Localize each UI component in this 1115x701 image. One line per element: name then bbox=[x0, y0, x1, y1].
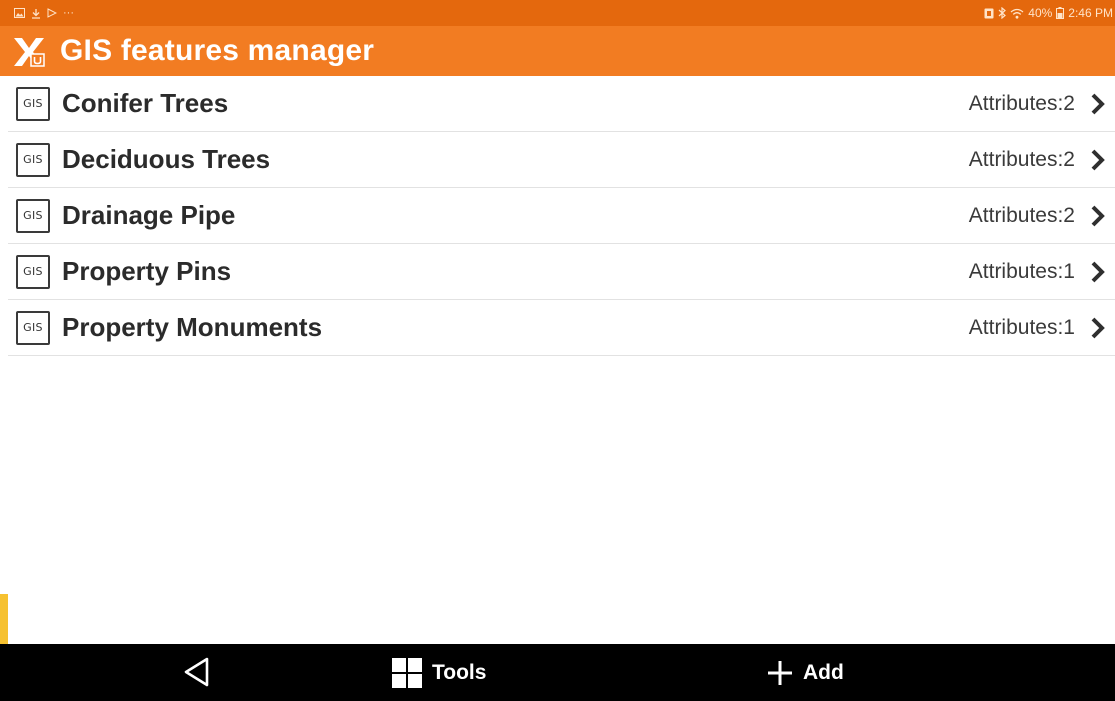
battery-icon bbox=[1056, 7, 1065, 19]
feature-row[interactable]: GIS Conifer Trees Attributes:2 bbox=[8, 76, 1115, 132]
add-label: Add bbox=[803, 660, 844, 684]
feature-name: Conifer Trees bbox=[62, 88, 229, 118]
chevron-right-icon[interactable] bbox=[1089, 204, 1107, 228]
chevron-right-icon[interactable] bbox=[1089, 260, 1107, 284]
bottom-bar: Tools Add bbox=[0, 644, 1115, 701]
status-notifications: ··· bbox=[0, 7, 74, 19]
tools-button[interactable]: Tools bbox=[392, 644, 486, 701]
feature-name: Deciduous Trees bbox=[62, 144, 271, 174]
chevron-right-icon[interactable] bbox=[1089, 316, 1107, 340]
download-icon bbox=[32, 8, 40, 19]
back-button[interactable] bbox=[182, 656, 212, 688]
gis-layer-icon: GIS bbox=[16, 198, 50, 233]
gis-layer-icon: GIS bbox=[16, 310, 50, 345]
feature-attribute-count: Attributes:1 bbox=[968, 259, 1075, 283]
feature-row[interactable]: GIS Drainage Pipe Attributes:2 bbox=[8, 188, 1115, 244]
app-header: GIS features manager bbox=[0, 26, 1115, 76]
app-logo-icon bbox=[14, 38, 45, 67]
feature-row[interactable]: GIS Deciduous Trees Attributes:2 bbox=[8, 132, 1115, 188]
grid-icon bbox=[392, 657, 422, 688]
status-time: 2:46 PM bbox=[1068, 6, 1113, 20]
feature-attribute-count: Attributes:1 bbox=[968, 315, 1075, 339]
wifi-icon bbox=[1010, 8, 1024, 19]
gis-layer-icon: GIS bbox=[16, 254, 50, 289]
plus-icon bbox=[768, 660, 792, 685]
gis-layer-icon: GIS bbox=[16, 142, 50, 177]
chevron-right-icon[interactable] bbox=[1089, 92, 1107, 116]
page-title: GIS features manager bbox=[60, 34, 375, 67]
more-icon: ··· bbox=[63, 7, 74, 19]
feature-list: GIS Conifer Trees Attributes:2 GIS Decid… bbox=[8, 76, 1115, 356]
feature-name: Drainage Pipe bbox=[62, 200, 236, 230]
feature-name: Property Monuments bbox=[62, 312, 323, 342]
feature-name: Property Pins bbox=[62, 256, 232, 286]
feature-attribute-count: Attributes:2 bbox=[968, 203, 1075, 227]
nfc-icon bbox=[984, 8, 994, 18]
feature-row[interactable]: GIS Property Pins Attributes:1 bbox=[8, 244, 1115, 300]
status-bar: ··· 40% 2:46 PM bbox=[0, 0, 1115, 26]
battery-percent: 40% bbox=[1028, 6, 1053, 20]
app-window: ··· 40% 2:46 PM GIS features manager GIS… bbox=[0, 0, 1115, 701]
feature-attribute-count: Attributes:2 bbox=[968, 91, 1075, 115]
chevron-right-icon[interactable] bbox=[1089, 148, 1107, 172]
feature-attribute-count: Attributes:2 bbox=[968, 147, 1075, 171]
status-system: 40% 2:46 PM bbox=[984, 0, 1115, 26]
bluetooth-icon bbox=[998, 7, 1007, 19]
feature-row[interactable]: GIS Property Monuments Attributes:1 bbox=[8, 300, 1115, 356]
add-button[interactable]: Add bbox=[767, 644, 844, 701]
play-icon bbox=[47, 8, 57, 18]
tools-label: Tools bbox=[432, 660, 487, 684]
image-icon bbox=[14, 8, 25, 18]
gis-layer-icon: GIS bbox=[16, 86, 50, 121]
side-edge-decoration bbox=[0, 594, 8, 644]
